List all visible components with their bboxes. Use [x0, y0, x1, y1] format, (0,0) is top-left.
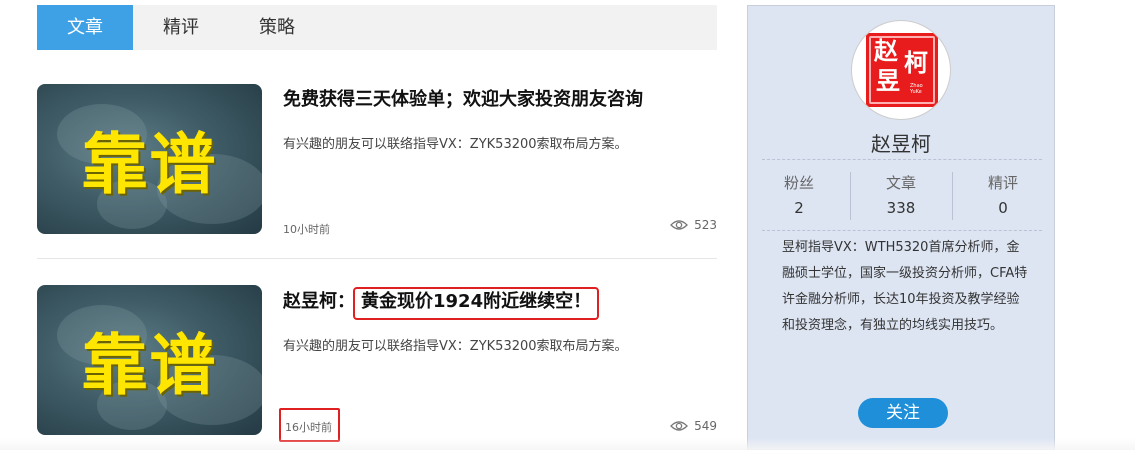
author-profile-card: 赵 柯 昱 Zhao YuKe 赵昱柯 粉丝 2 文章 338 精评 0 昱柯指…: [747, 5, 1055, 450]
author-stats: 粉丝 2 文章 338 精评 0: [748, 172, 1054, 222]
seal-char: 赵: [874, 36, 898, 65]
divider: [762, 159, 1042, 160]
stat-reviews[interactable]: 精评 0: [952, 172, 1054, 222]
view-count: 549: [670, 419, 717, 433]
article-time: 10小时前: [283, 223, 330, 236]
seal-logo: 赵 柯 昱 Zhao YuKe: [866, 33, 938, 107]
title-highlight: 黄金现价1924附近继续空！: [352, 287, 600, 320]
article-tabs: 文章 精评 策略: [37, 5, 717, 50]
follow-button[interactable]: 关注: [858, 398, 948, 428]
tab-reviews[interactable]: 精评: [133, 5, 229, 50]
article-excerpt: 有兴趣的朋友可以联络指导VX：ZYK53200索取布局方案。: [283, 339, 628, 354]
article-title[interactable]: 赵昱柯： 黄金现价1924附近继续空！: [283, 287, 600, 320]
bottom-fade: [0, 438, 1135, 450]
article-divider: [37, 258, 717, 259]
article-thumbnail[interactable]: 靠谱: [37, 84, 262, 234]
stat-articles[interactable]: 文章 338: [850, 172, 952, 222]
eye-icon: [670, 220, 689, 230]
article-title[interactable]: 免费获得三天体验单；欢迎大家投资朋友咨询: [283, 85, 643, 110]
thumbnail-text: 靠谱: [81, 126, 218, 203]
seal-small-text: Zhao YuKe: [910, 83, 923, 95]
stat-followers[interactable]: 粉丝 2: [748, 172, 850, 222]
article-thumbnail[interactable]: 靠谱: [37, 285, 262, 435]
stat-label: 粉丝: [783, 174, 814, 192]
view-count: 523: [670, 218, 717, 232]
view-count-value: 549: [694, 419, 717, 433]
author-bio: 昱柯指导VX：WTH5320首席分析师，金融硕士学位，国家一级投资分析师，CFA…: [782, 240, 1028, 333]
stat-value: 0: [998, 199, 1008, 217]
tab-strategies[interactable]: 策略: [229, 5, 325, 50]
stat-value: 2: [794, 199, 804, 217]
stat-label: 文章: [885, 174, 916, 192]
title-prefix: 赵昱柯：: [283, 291, 355, 312]
thumbnail-text: 靠谱: [81, 327, 218, 404]
author-name[interactable]: 赵昱柯: [748, 128, 1054, 157]
seal-char: 昱: [876, 66, 900, 95]
stat-value: 338: [886, 199, 916, 217]
avatar[interactable]: 赵 柯 昱 Zhao YuKe: [851, 20, 951, 120]
article-excerpt: 有兴趣的朋友可以联络指导VX：ZYK53200索取布局方案。: [283, 137, 628, 152]
divider: [762, 230, 1042, 231]
article-time: 16小时前: [279, 408, 340, 442]
seal-char: 柯: [904, 48, 928, 77]
tab-articles[interactable]: 文章: [37, 5, 133, 50]
stat-label: 精评: [987, 174, 1018, 192]
eye-icon: [670, 421, 689, 431]
view-count-value: 523: [694, 218, 717, 232]
